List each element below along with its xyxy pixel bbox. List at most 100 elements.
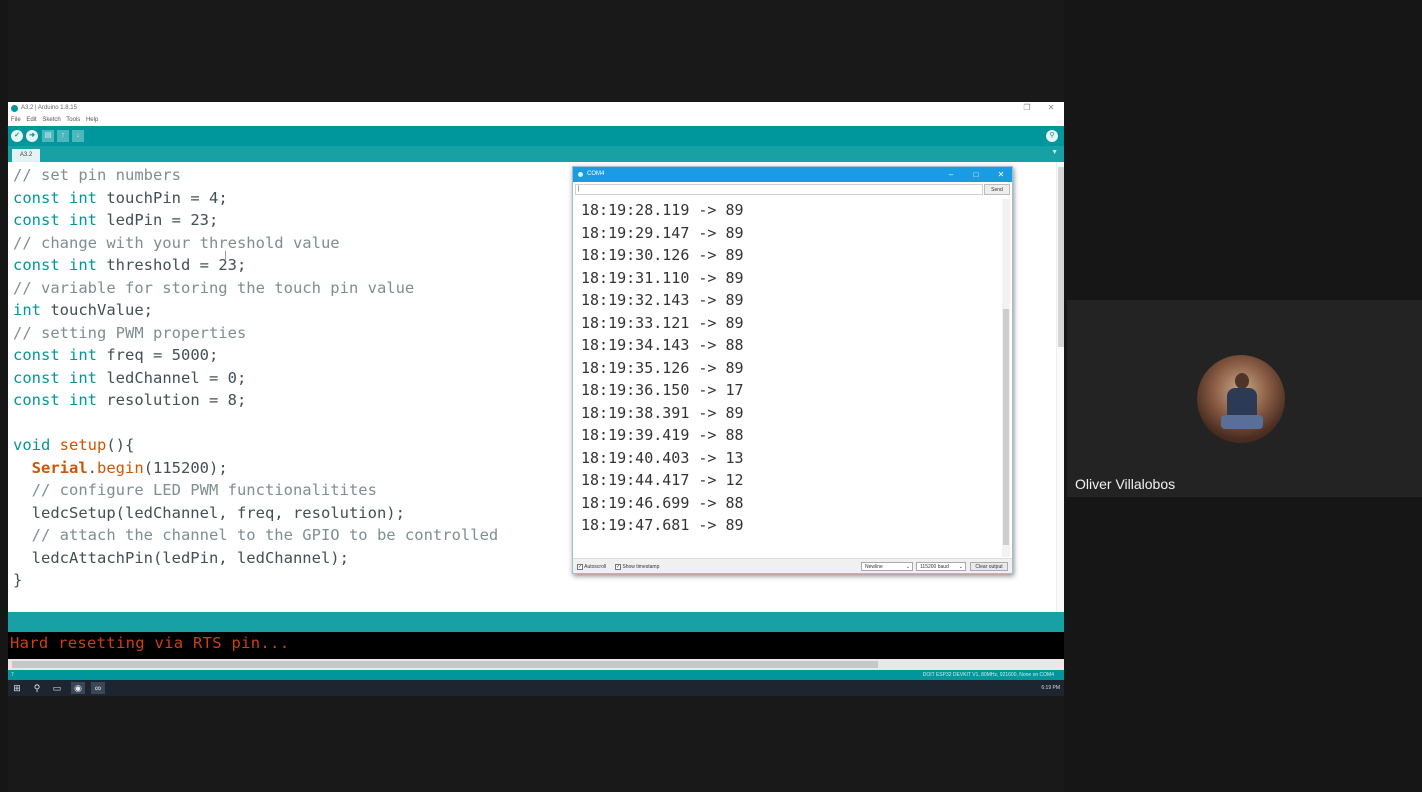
- tab-menu-chevron-icon[interactable]: ▼: [1051, 149, 1058, 156]
- code-token: int: [13, 301, 41, 319]
- code-line: // variable for storing the touch pin va…: [13, 279, 414, 297]
- menu-tools[interactable]: Tools: [66, 117, 80, 123]
- clear-output-button[interactable]: Clear output: [970, 562, 1008, 571]
- arduino-taskbar-icon[interactable]: ∞: [91, 682, 105, 694]
- chevron-down-icon: ⌄: [958, 564, 963, 570]
- code-token: begin: [97, 458, 144, 477]
- show-timestamp-checkbox[interactable]: ✓ Show timestamp: [615, 563, 659, 571]
- serial-monitor-button[interactable]: ⚲: [1046, 130, 1058, 142]
- code-token: const int: [13, 346, 97, 364]
- console-hscrollbar[interactable]: [8, 659, 1064, 670]
- code-token: const int: [13, 211, 97, 229]
- ide-menu-bar: File Edit Sketch Tools Help: [8, 114, 1064, 126]
- menu-help[interactable]: Help: [86, 117, 98, 123]
- code-token: }: [13, 571, 23, 589]
- serial-line: 18:19:36.150 -> 17: [581, 381, 744, 399]
- arduino-logo-icon: [578, 172, 583, 177]
- code-line: // configure LED PWM functionalitites: [13, 481, 377, 499]
- arduino-logo-icon: [11, 105, 18, 112]
- line-ending-value: Newline: [865, 564, 883, 570]
- serial-line: 18:19:39.419 -> 88: [581, 426, 744, 444]
- code-token: ledcAttachPin(ledPin, ledChannel);: [13, 548, 349, 567]
- serial-send-input[interactable]: |: [575, 184, 983, 195]
- code-token: resolution = 8;: [97, 391, 247, 409]
- code-line: const int threshold = 23;: [13, 256, 246, 274]
- code-line: const int touchPin = 4;: [13, 189, 228, 207]
- console-output: Hard resetting via RTS pin...: [8, 632, 1064, 659]
- autoscroll-label: Autoscroll: [584, 564, 607, 570]
- code-token: (115200);: [143, 458, 228, 477]
- code-token: ledChannel = 0;: [97, 368, 247, 387]
- new-button[interactable]: ▤: [42, 130, 54, 142]
- serial-line: 18:19:46.699 -> 88: [581, 493, 744, 512]
- serial-monitor-title-bar: COM4 – □ ✕: [573, 167, 1012, 182]
- ide-status-bar: 7 DOIT ESP32 DEVKIT V1, 80MHz, 921600, N…: [8, 670, 1064, 680]
- console-message: Hard resetting via RTS pin...: [10, 634, 290, 652]
- editor-console-divider[interactable]: [8, 612, 1064, 632]
- open-button[interactable]: ↑: [57, 130, 69, 142]
- close-icon[interactable]: ✕: [994, 167, 1008, 182]
- code-token: const int: [13, 256, 97, 274]
- menu-sketch[interactable]: Sketch: [42, 117, 60, 123]
- code-line: const int ledPin = 23;: [13, 211, 218, 229]
- serial-scrollbar[interactable]: [1002, 199, 1010, 557]
- baud-rate-select[interactable]: 115200 baud ⌄: [916, 562, 966, 571]
- console-scroll-thumb[interactable]: [12, 661, 878, 668]
- menu-file[interactable]: File: [11, 117, 21, 123]
- line-number: 7: [11, 672, 14, 678]
- code-token: Serial: [31, 458, 88, 477]
- serial-line: 18:19:30.126 -> 89: [581, 246, 744, 264]
- serial-scroll-thumb[interactable]: [1003, 309, 1009, 545]
- chevron-down-icon: ⌄: [905, 564, 910, 570]
- code-line: const int resolution = 8;: [13, 391, 246, 409]
- taskbar-clock: 6:19 PM: [1041, 685, 1060, 691]
- avatar-figure-head: [1235, 373, 1249, 389]
- code-token: const int: [13, 391, 97, 409]
- chrome-icon[interactable]: ◉: [71, 682, 85, 694]
- code-line: int touchValue;: [13, 301, 153, 319]
- code-line: }: [13, 571, 22, 589]
- task-view-icon[interactable]: ▭: [50, 682, 64, 694]
- close-icon[interactable]: ✕: [1044, 102, 1058, 114]
- menu-edit[interactable]: Edit: [26, 117, 36, 123]
- code-token: freq = 5000;: [97, 346, 219, 364]
- ide-toolbar: ✓ ➜ ▤ ↑ ↓ ⚲: [8, 126, 1064, 146]
- code-text[interactable]: // set pin numbers const int touchPin = …: [13, 164, 498, 592]
- code-token: // set pin numbers: [13, 166, 181, 184]
- editor-scrollbar[interactable]: [1056, 162, 1064, 612]
- ide-tab-bar: A3.2 ▼: [8, 146, 1064, 162]
- show-timestamp-label: Show timestamp: [622, 564, 660, 570]
- code-token: // setting PWM properties: [13, 323, 247, 342]
- restore-icon[interactable]: ❐: [1020, 102, 1034, 114]
- code-token: ledPin = 23;: [97, 211, 219, 229]
- tab-sketch[interactable]: A3.2: [12, 149, 40, 162]
- serial-line: 18:19:38.391 -> 89: [581, 403, 744, 422]
- upload-button[interactable]: ➜: [26, 130, 38, 142]
- search-icon[interactable]: ⚲: [30, 682, 44, 694]
- code-token: threshold = 23;: [97, 256, 247, 274]
- arrow-right-icon: ➜: [29, 132, 35, 139]
- line-ending-select[interactable]: Newline ⌄: [861, 562, 913, 571]
- serial-line: 18:19:32.143 -> 89: [581, 291, 744, 309]
- windows-taskbar: ⊞ ⚲ ▭ ◉ ∞ 6:19 PM: [8, 680, 1064, 696]
- code-line: void setup(){: [13, 436, 134, 454]
- serial-line: 18:19:44.417 -> 12: [581, 471, 744, 489]
- code-token: setup: [59, 436, 107, 454]
- send-button[interactable]: Send: [984, 184, 1010, 195]
- maximize-icon[interactable]: □: [969, 167, 983, 182]
- verify-button[interactable]: ✓: [11, 130, 23, 142]
- minimize-icon[interactable]: –: [944, 167, 958, 182]
- code-line: // setting PWM properties: [13, 324, 246, 342]
- editor-scroll-thumb[interactable]: [1058, 167, 1064, 347]
- code-token: // variable for storing the touch pin va…: [13, 278, 415, 297]
- code-line: // attach the channel to the GPIO to be …: [13, 526, 499, 544]
- serial-monitor-window: COM4 – □ ✕ | Send 18:19:28.119 -> 89 18:1…: [572, 166, 1013, 574]
- save-button[interactable]: ↓: [72, 130, 84, 142]
- board-info: DOIT ESP32 DEVKIT V1, 80MHz, 921600, Non…: [922, 672, 1054, 678]
- windows-start-icon[interactable]: ⊞: [10, 682, 24, 694]
- code-token: const int: [13, 188, 97, 207]
- autoscroll-checkbox[interactable]: ✓ Autoscroll: [577, 563, 606, 571]
- participant-name: Oliver Villalobos: [1075, 476, 1176, 492]
